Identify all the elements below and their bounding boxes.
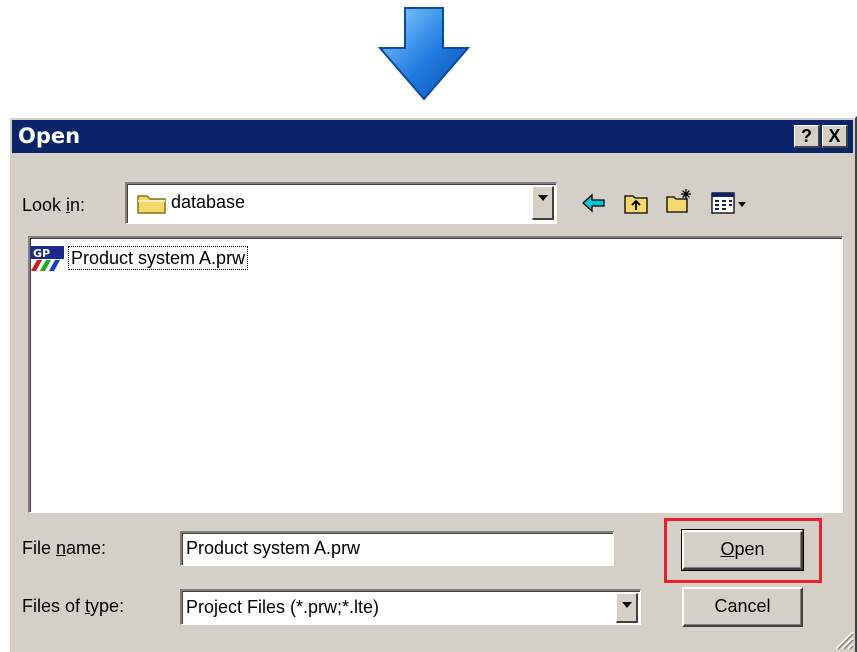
- look-in-dropdown-button[interactable]: [532, 186, 554, 220]
- help-button[interactable]: ?: [794, 125, 820, 148]
- file-name-input[interactable]: Product system A.prw: [180, 531, 614, 566]
- look-in-value: database: [171, 192, 246, 212]
- file-name-label: File name:: [22, 538, 107, 558]
- file-type-value: Project Files (*.prw;*.lte): [186, 597, 380, 617]
- down-arrow-icon: [378, 7, 470, 101]
- cancel-button[interactable]: Cancel: [682, 587, 803, 627]
- svg-text:GP: GP: [33, 247, 50, 260]
- file-type-label: Files of type:: [22, 596, 125, 616]
- open-button[interactable]: Open: [681, 529, 804, 571]
- up-one-level-icon[interactable]: [622, 190, 650, 216]
- gp-project-file-icon: GP: [30, 246, 64, 271]
- new-folder-icon[interactable]: [665, 188, 693, 214]
- look-in-label: Look in:: [22, 195, 86, 215]
- look-in-combo[interactable]: database: [125, 182, 557, 224]
- view-menu-icon[interactable]: [710, 190, 750, 216]
- resize-grip-icon[interactable]: [832, 628, 854, 650]
- folder-icon: [137, 195, 166, 214]
- file-type-combo[interactable]: Project Files (*.prw;*.lte): [180, 589, 641, 625]
- file-name-text: Product system A.prw: [68, 246, 249, 270]
- back-arrow-icon[interactable]: [580, 190, 608, 216]
- file-list[interactable]: [28, 236, 843, 513]
- dialog-title: Open: [18, 124, 81, 148]
- file-name-value: Product system A.prw: [186, 538, 361, 558]
- close-button[interactable]: X: [822, 125, 848, 148]
- title-bar: Open ? X: [12, 120, 853, 153]
- file-type-dropdown-button[interactable]: [616, 593, 638, 623]
